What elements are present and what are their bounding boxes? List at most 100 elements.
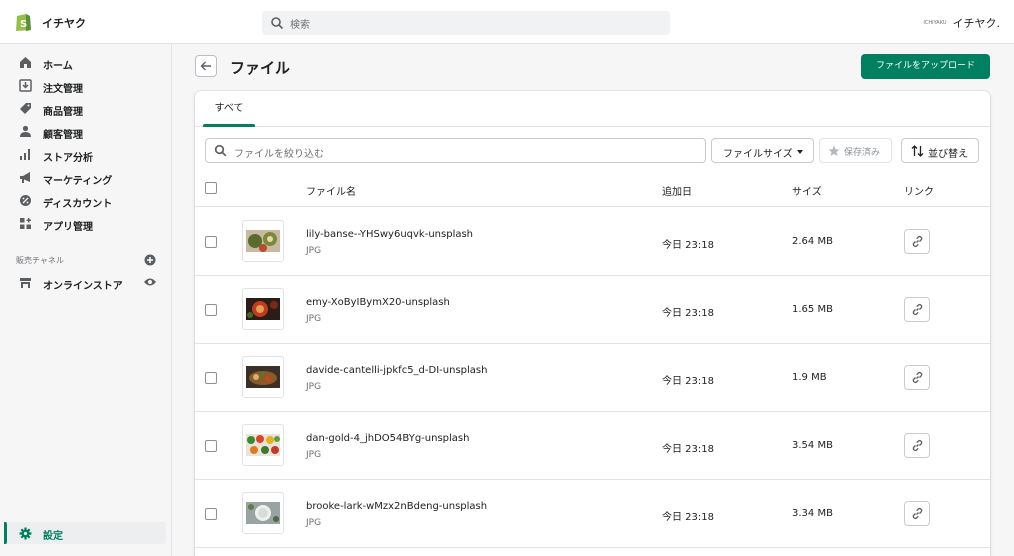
column-header-name[interactable]: ファイル名 — [306, 183, 356, 198]
copy-link-button[interactable] — [904, 501, 930, 526]
file-date: 今日 23:18 — [662, 376, 714, 387]
account-avatar: ICHIYAKU — [923, 20, 947, 26]
sales-channels-heading: 販売チャネル — [16, 256, 64, 265]
files-card: すべて ファイルを絞り込む ファイルサイズ 保存済み 並び替え ファイル名 追加… — [195, 91, 990, 556]
row-checkbox[interactable] — [205, 508, 217, 520]
tab-selected-indicator — [203, 124, 255, 127]
gear-icon — [19, 527, 32, 540]
sidebar: ホーム 注文管理 商品管理 顧客管理 ストア分析 マーケティング ディスカウント… — [0, 44, 172, 556]
global-search-input[interactable]: 検索 — [262, 11, 670, 35]
back-button[interactable] — [195, 55, 217, 77]
sidebar-item-orders[interactable]: 注文管理 — [0, 75, 172, 97]
store-name[interactable]: イチヤク — [42, 15, 86, 31]
file-size: 3.34 MB — [792, 508, 833, 519]
search-icon — [214, 144, 227, 157]
tag-icon — [20, 103, 31, 114]
copy-link-button[interactable] — [904, 433, 930, 458]
link-icon — [912, 439, 923, 452]
file-thumbnail[interactable] — [242, 220, 284, 262]
sidebar-item-label: 顧客管理 — [43, 130, 83, 141]
file-type: JPG — [306, 382, 322, 392]
food-image-thumbnail — [246, 298, 280, 320]
table-row[interactable]: brooke-lark-wMzx2nBdeng-unsplash JPG 今日 … — [195, 480, 990, 548]
sidebar-item-label: 注文管理 — [43, 84, 83, 95]
tab-all[interactable]: すべて — [203, 91, 255, 127]
saved-button[interactable]: 保存済み — [819, 138, 892, 163]
sidebar-item-apps[interactable]: アプリ管理 — [0, 213, 172, 235]
shopify-logo-icon[interactable]: S — [14, 12, 32, 32]
copy-link-button[interactable] — [904, 229, 930, 254]
sort-label: 並び替え — [928, 149, 968, 160]
eye-icon[interactable] — [143, 276, 157, 288]
file-name[interactable]: brooke-lark-wMzx2nBdeng-unsplash — [306, 501, 487, 512]
top-bar: S イチヤク 検索 ICHIYAKU イチヤク. — [0, 0, 1014, 44]
sidebar-item-marketing[interactable]: マーケティング — [0, 167, 172, 189]
table-header: ファイル名 追加日 サイズ リンク — [195, 171, 990, 207]
row-checkbox[interactable] — [205, 440, 217, 452]
apps-icon — [20, 218, 31, 229]
link-icon — [912, 507, 923, 520]
link-icon — [912, 371, 923, 384]
row-checkbox[interactable] — [205, 304, 217, 316]
sidebar-item-discounts[interactable]: ディスカウント — [0, 190, 172, 212]
saved-label: 保存済み — [844, 148, 881, 158]
file-name[interactable]: dan-gold-4_jhDO54BYg-unsplash — [306, 433, 469, 444]
file-size: 1.9 MB — [792, 372, 827, 383]
row-checkbox[interactable] — [205, 236, 217, 248]
column-header-date[interactable]: 追加日 — [662, 183, 692, 198]
file-name[interactable]: emy-XoByIBymX20-unsplash — [306, 297, 450, 308]
arrow-left-icon — [200, 61, 211, 71]
file-size: 3.54 MB — [792, 440, 833, 451]
store-icon — [20, 278, 31, 288]
table-row[interactable]: emy-XoByIBymX20-unsplash JPG 今日 23:18 1.… — [195, 276, 990, 344]
active-indicator — [4, 522, 7, 544]
upload-files-button[interactable]: ファイルをアップロード — [861, 54, 990, 79]
column-header-size[interactable]: サイズ — [792, 183, 822, 198]
file-type: JPG — [306, 450, 322, 460]
file-date: 今日 23:18 — [662, 444, 714, 455]
sidebar-item-products[interactable]: 商品管理 — [0, 98, 172, 120]
sidebar-item-label: 商品管理 — [43, 107, 83, 118]
file-name[interactable]: lily-banse--YHSwy6uqvk-unsplash — [306, 229, 473, 240]
file-size-filter-button[interactable]: ファイルサイズ — [711, 138, 814, 163]
add-channel-icon[interactable] — [144, 254, 156, 266]
copy-link-button[interactable] — [904, 297, 930, 322]
sidebar-item-analytics[interactable]: ストア分析 — [0, 144, 172, 166]
link-icon — [912, 303, 923, 316]
sidebar-item-label: オンラインストア — [43, 281, 123, 292]
file-thumbnail[interactable] — [242, 288, 284, 330]
customer-icon — [20, 125, 31, 137]
copy-link-button[interactable] — [904, 365, 930, 390]
sidebar-item-label: ディスカウント — [43, 199, 113, 210]
sidebar-item-settings[interactable]: 設定 — [4, 522, 166, 544]
table-row[interactable]: lily-banse--YHSwy6uqvk-unsplash JPG 今日 2… — [195, 208, 990, 276]
file-thumbnail[interactable] — [242, 356, 284, 398]
food-image-thumbnail — [246, 366, 280, 388]
search-icon — [271, 17, 284, 30]
tab-bar: すべて — [195, 91, 990, 127]
filter-placeholder: ファイルを絞り込む — [234, 149, 324, 160]
file-thumbnail[interactable] — [242, 424, 284, 466]
sort-icon — [911, 145, 924, 157]
file-thumbnail[interactable] — [242, 492, 284, 534]
file-date: 今日 23:18 — [662, 308, 714, 319]
svg-text:S: S — [20, 19, 27, 30]
sidebar-item-label: ストア分析 — [43, 153, 93, 164]
table-row[interactable]: dan-gold-4_jhDO54BYg-unsplash JPG 今日 23:… — [195, 412, 990, 480]
file-name[interactable]: davide-cantelli-jpkfc5_d-DI-unsplash — [306, 365, 487, 376]
sort-button[interactable]: 並び替え — [901, 138, 979, 163]
caret-down-icon — [797, 150, 803, 154]
row-checkbox[interactable] — [205, 372, 217, 384]
sidebar-item-label: 設定 — [43, 531, 63, 542]
megaphone-icon — [20, 172, 30, 183]
file-date: 今日 23:18 — [662, 512, 714, 523]
sidebar-item-home[interactable]: ホーム — [0, 52, 172, 74]
sidebar-item-label: マーケティング — [43, 176, 113, 187]
sidebar-item-label: アプリ管理 — [43, 222, 93, 233]
account-menu[interactable]: ICHIYAKU イチヤク. — [923, 15, 1000, 31]
table-row[interactable]: davide-cantelli-jpkfc5_d-DI-unsplash JPG… — [195, 344, 990, 412]
home-icon — [20, 57, 31, 68]
select-all-checkbox[interactable] — [205, 182, 217, 194]
filter-files-input[interactable]: ファイルを絞り込む — [205, 138, 706, 163]
sidebar-item-customers[interactable]: 顧客管理 — [0, 121, 172, 143]
